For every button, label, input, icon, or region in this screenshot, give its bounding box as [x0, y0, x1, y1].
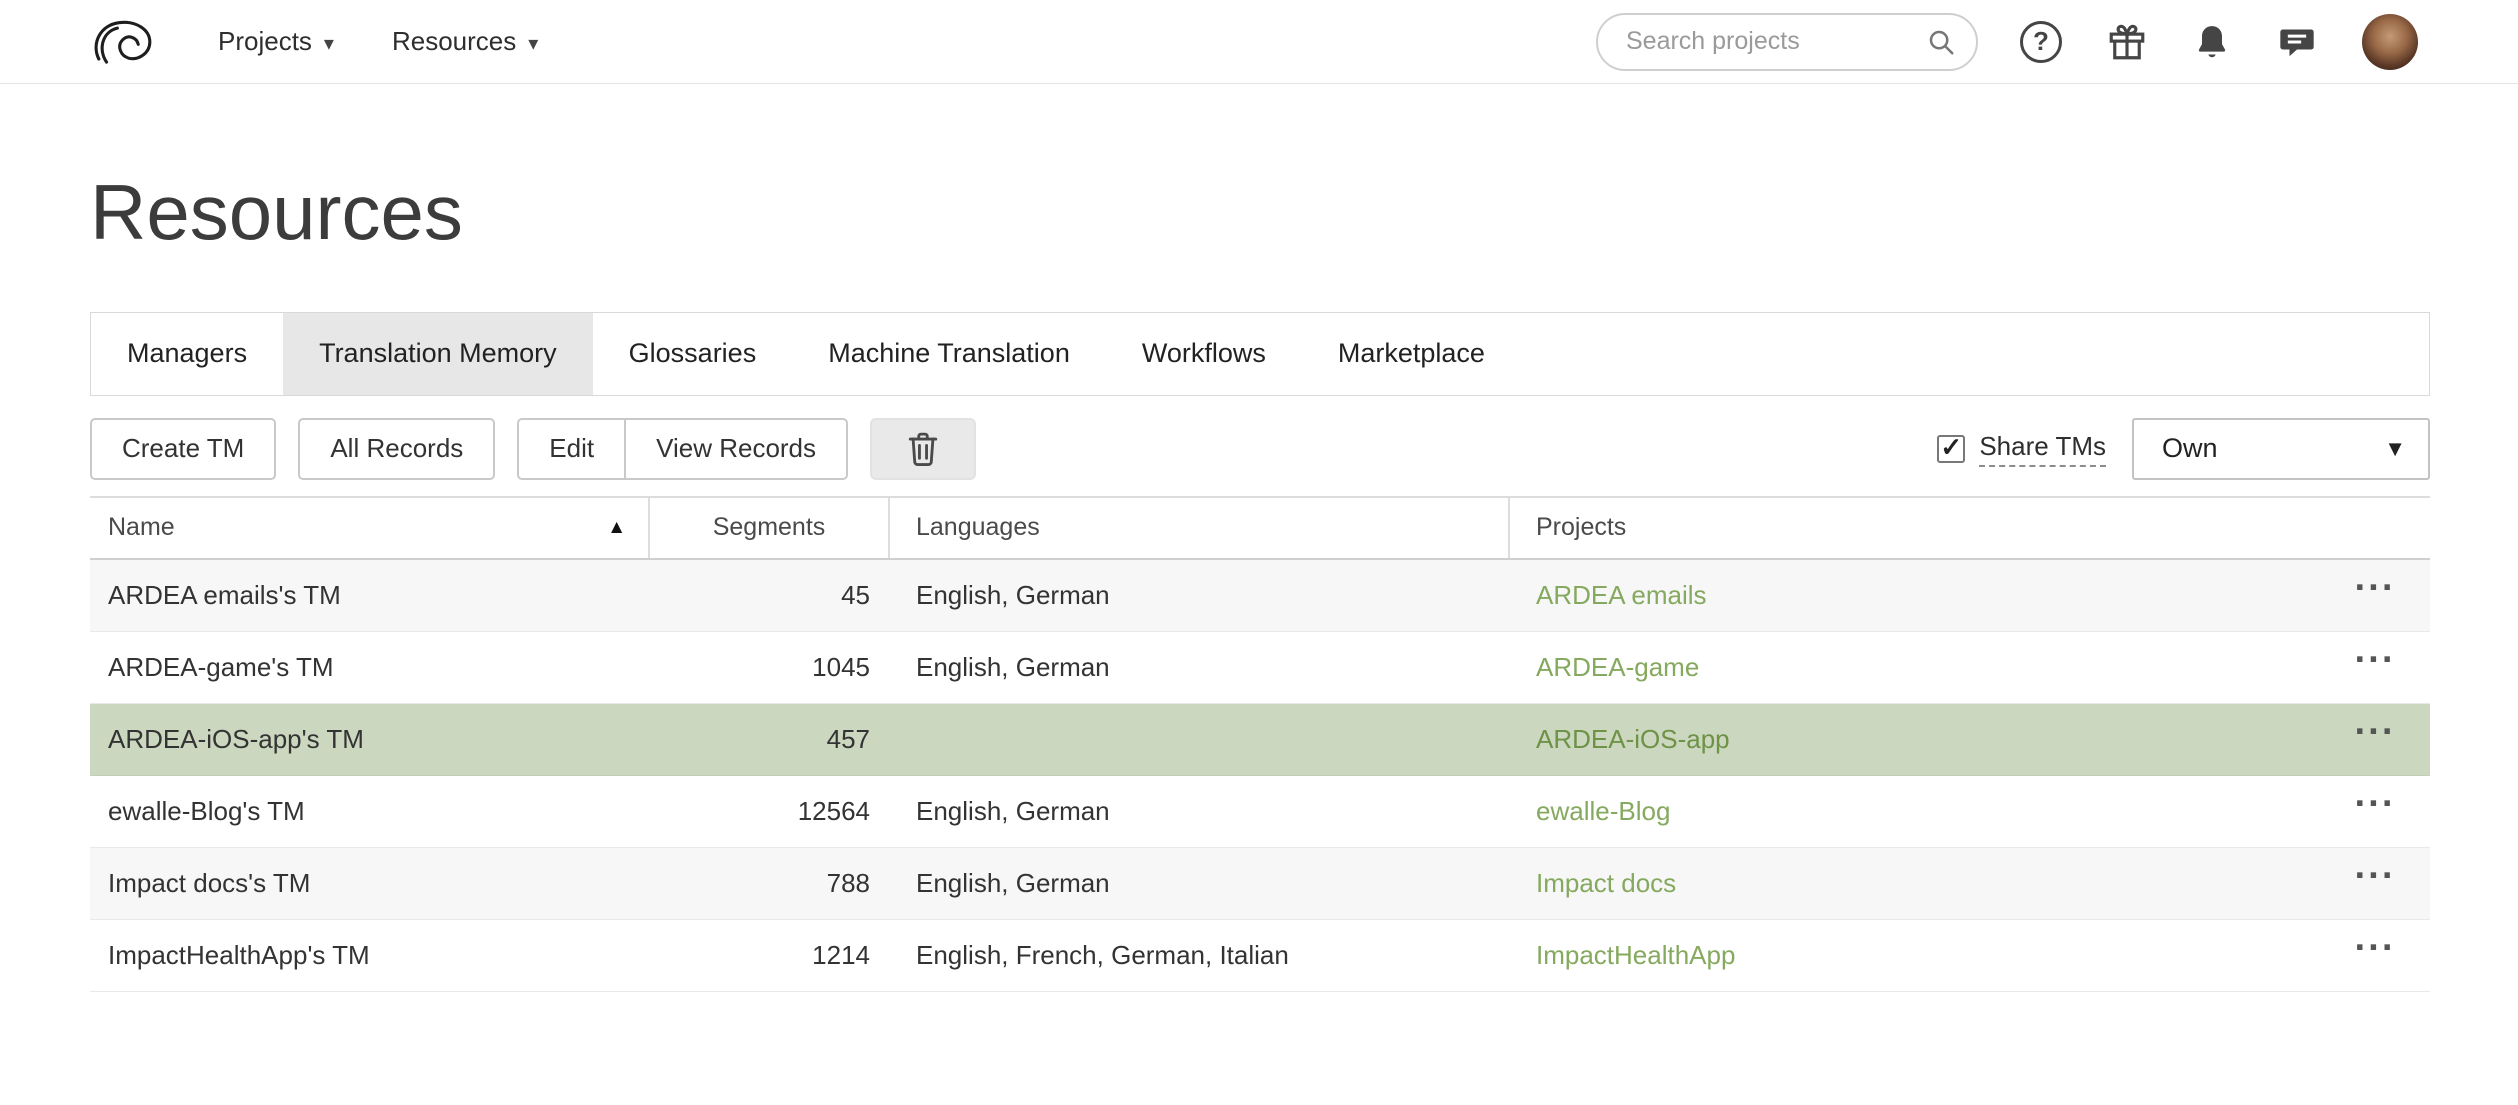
nav-resources-label: Resources [392, 26, 516, 57]
toolbar: Create TM All Records Edit View Records … [90, 418, 2430, 480]
help-icon: ? [2020, 21, 2062, 63]
project-link[interactable]: ARDEA emails [1536, 580, 1707, 611]
table-row[interactable]: Impact docs's TM 788 English, German Imp… [90, 848, 2430, 920]
column-header-projects[interactable]: Projects [1510, 498, 2430, 558]
edit-view-button-group: Edit View Records [517, 418, 848, 480]
tm-name: ARDEA-iOS-app's TM [90, 704, 650, 775]
row-menu-button[interactable]: ··· [2355, 869, 2396, 898]
bell-icon [2192, 21, 2232, 63]
tm-name: ImpactHealthApp's TM [90, 920, 650, 991]
column-header-segments[interactable]: Segments [650, 498, 890, 558]
project-link[interactable]: ewalle-Blog [1536, 796, 1670, 827]
column-header-name-label: Name [108, 513, 175, 542]
tm-name: ARDEA emails's TM [90, 560, 650, 631]
tab-marketplace[interactable]: Marketplace [1302, 313, 1521, 395]
sort-asc-icon[interactable]: ▲ [607, 517, 626, 539]
nav-projects-label: Projects [218, 26, 312, 57]
tm-name: ARDEA-game's TM [90, 632, 650, 703]
gift-icon [2106, 21, 2148, 63]
row-menu-button[interactable]: ··· [2355, 941, 2396, 970]
tab-translation-memory[interactable]: Translation Memory [283, 313, 593, 395]
search-box[interactable] [1596, 13, 1978, 71]
edit-button[interactable]: Edit [517, 418, 624, 480]
project-link[interactable]: Impact docs [1536, 868, 1676, 899]
topbar: Projects ▾ Resources ▾ ? [0, 0, 2518, 84]
search-input[interactable] [1626, 27, 1926, 56]
help-glyph: ? [2033, 26, 2049, 57]
notifications-button[interactable] [2192, 21, 2232, 63]
ownership-filter-select[interactable]: Own ▼ [2132, 418, 2430, 480]
help-button[interactable]: ? [2020, 21, 2062, 63]
column-header-languages[interactable]: Languages [890, 498, 1510, 558]
search-icon[interactable] [1926, 27, 1956, 57]
row-menu-button[interactable]: ··· [2355, 725, 2396, 754]
tabs-bar: Managers Translation Memory Glossaries M… [90, 312, 2430, 396]
tab-workflows[interactable]: Workflows [1106, 313, 1302, 395]
chevron-down-icon: ▾ [324, 30, 334, 54]
tm-languages: English, German [890, 776, 1510, 847]
logo-swirl-icon [88, 17, 156, 67]
table-body: ARDEA emails's TM 45 English, German ARD… [90, 560, 2430, 992]
chat-button[interactable] [2276, 22, 2318, 62]
tm-languages [890, 704, 1510, 775]
user-avatar[interactable] [2362, 14, 2418, 70]
tm-segments: 45 [650, 560, 890, 631]
main-content: Resources Managers Translation Memory Gl… [0, 168, 2518, 992]
share-tms-label: Share TMs [1979, 431, 2106, 467]
trash-icon [906, 430, 940, 468]
topbar-icons: ? [2020, 14, 2418, 70]
check-icon: ✓ [1940, 434, 1962, 460]
table-row[interactable]: ImpactHealthApp's TM 1214 English, Frenc… [90, 920, 2430, 992]
tm-languages: English, German [890, 632, 1510, 703]
tm-segments: 1045 [650, 632, 890, 703]
tm-segments: 12564 [650, 776, 890, 847]
table-row[interactable]: ewalle-Blog's TM 12564 English, German e… [90, 776, 2430, 848]
chevron-down-icon: ▾ [528, 30, 538, 54]
nav-projects[interactable]: Projects ▾ [218, 26, 334, 57]
tm-languages: English, French, German, Italian [890, 920, 1510, 991]
tm-table: Name ▲ Segments Languages Projects ARDEA… [90, 496, 2430, 992]
delete-button[interactable] [870, 418, 976, 480]
tm-name: Impact docs's TM [90, 848, 650, 919]
tm-name: ewalle-Blog's TM [90, 776, 650, 847]
table-row[interactable]: ARDEA-game's TM 1045 English, German ARD… [90, 632, 2430, 704]
column-header-name[interactable]: Name ▲ [90, 498, 650, 558]
page-title: Resources [90, 168, 2430, 258]
table-row[interactable]: ARDEA emails's TM 45 English, German ARD… [90, 560, 2430, 632]
ownership-filter-value: Own [2162, 433, 2218, 464]
table-row-selected[interactable]: ARDEA-iOS-app's TM 457 ARDEA-iOS-app ··· [90, 704, 2430, 776]
tab-glossaries[interactable]: Glossaries [593, 313, 793, 395]
logo[interactable] [88, 17, 156, 67]
view-records-button[interactable]: View Records [624, 418, 848, 480]
project-link[interactable]: ARDEA-game [1536, 652, 1699, 683]
tm-languages: English, German [890, 560, 1510, 631]
tab-managers[interactable]: Managers [91, 313, 283, 395]
tm-segments: 788 [650, 848, 890, 919]
tab-machine-translation[interactable]: Machine Translation [792, 313, 1106, 395]
gift-button[interactable] [2106, 21, 2148, 63]
select-caret-icon: ▼ [2384, 438, 2406, 460]
all-records-button[interactable]: All Records [298, 418, 495, 480]
toolbar-right: ✓ Share TMs Own ▼ [1937, 418, 2430, 480]
nav-resources[interactable]: Resources ▾ [392, 26, 538, 57]
main-nav: Projects ▾ Resources ▾ [218, 26, 538, 57]
tm-segments: 457 [650, 704, 890, 775]
project-link[interactable]: ARDEA-iOS-app [1536, 724, 1730, 755]
share-tms-control[interactable]: ✓ Share TMs [1937, 431, 2106, 467]
row-menu-button[interactable]: ··· [2355, 797, 2396, 826]
chat-icon [2276, 22, 2318, 62]
table-header: Name ▲ Segments Languages Projects [90, 496, 2430, 560]
project-link[interactable]: ImpactHealthApp [1536, 940, 1735, 971]
create-tm-button[interactable]: Create TM [90, 418, 276, 480]
row-menu-button[interactable]: ··· [2355, 653, 2396, 682]
row-menu-button[interactable]: ··· [2355, 581, 2396, 610]
share-tms-checkbox[interactable]: ✓ [1937, 435, 1965, 463]
tm-languages: English, German [890, 848, 1510, 919]
tm-segments: 1214 [650, 920, 890, 991]
